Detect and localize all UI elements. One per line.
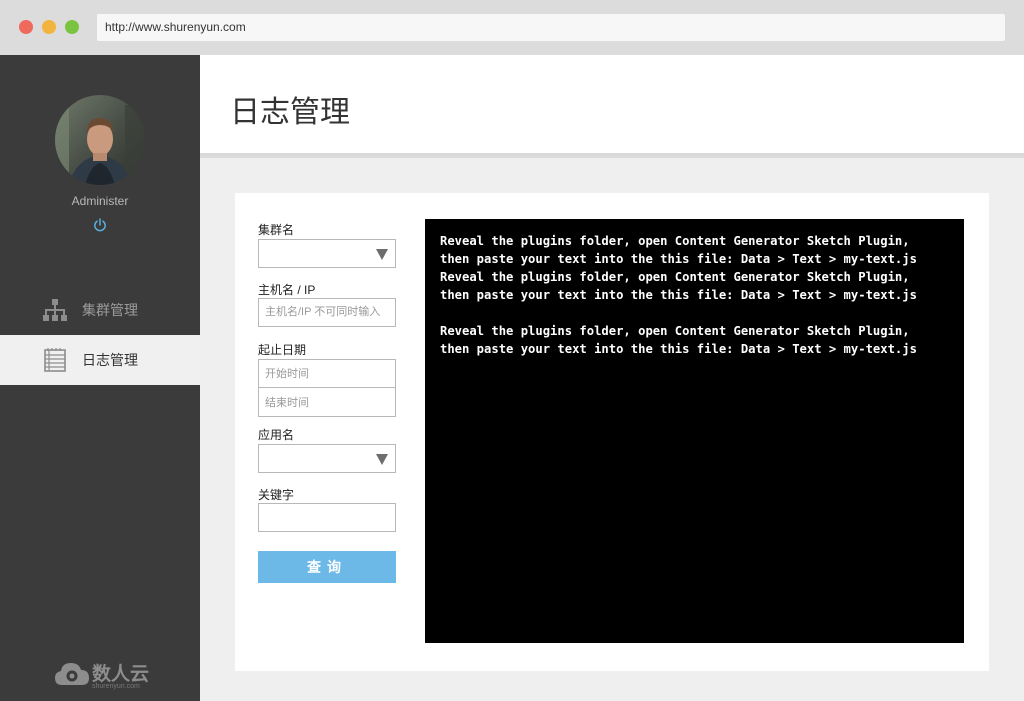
host-label: 主机名 / IP bbox=[258, 283, 316, 297]
log-line: then paste your text into the this file:… bbox=[440, 342, 917, 356]
sidebar: Administer 集群管理 日志管理 数人云 shurenyun.com bbox=[0, 55, 200, 701]
log-line: Reveal the plugins folder, open Content … bbox=[440, 324, 910, 338]
date-range-group: 开始时间 结束时间 bbox=[258, 359, 396, 417]
minimize-window-button[interactable] bbox=[42, 20, 56, 34]
log-line: Reveal the plugins folder, open Content … bbox=[440, 234, 910, 248]
list-icon bbox=[44, 348, 66, 372]
log-console[interactable]: Reveal the plugins folder, open Content … bbox=[425, 219, 964, 643]
log-line: then paste your text into the this file:… bbox=[440, 252, 917, 266]
keyword-input[interactable] bbox=[258, 503, 396, 532]
address-bar[interactable]: http://www.shurenyun.com bbox=[97, 14, 1005, 41]
sidebar-item-label: 日志管理 bbox=[82, 352, 138, 368]
end-date-input[interactable]: 结束时间 bbox=[259, 389, 395, 417]
sidebar-item-log-management[interactable]: 日志管理 bbox=[0, 335, 200, 385]
start-date-input[interactable]: 开始时间 bbox=[259, 360, 395, 388]
browser-chrome: http://www.shurenyun.com bbox=[0, 0, 1024, 55]
chevron-down-icon bbox=[376, 249, 388, 260]
sidebar-item-cluster-management[interactable]: 集群管理 bbox=[0, 285, 200, 335]
log-line: then paste your text into the this file:… bbox=[440, 288, 917, 302]
chevron-down-icon bbox=[376, 454, 388, 465]
avatar[interactable] bbox=[55, 95, 145, 185]
close-window-button[interactable] bbox=[19, 20, 33, 34]
log-line: Reveal the plugins folder, open Content … bbox=[440, 270, 910, 284]
username: Administer bbox=[71, 194, 129, 208]
brand-name: 数人云 bbox=[92, 663, 150, 685]
app-label: 应用名 bbox=[258, 428, 295, 442]
sitemap-icon bbox=[43, 299, 67, 321]
host-input[interactable]: 主机名/IP 不可同时输入 bbox=[258, 298, 396, 327]
query-button[interactable]: 查询 bbox=[258, 551, 396, 583]
maximize-window-button[interactable] bbox=[65, 20, 79, 34]
page-header: 日志管理 bbox=[200, 55, 1024, 156]
date-range-label: 起止日期 bbox=[258, 343, 307, 357]
sidebar-item-label: 集群管理 bbox=[82, 302, 138, 318]
page-title: 日志管理 bbox=[230, 96, 350, 129]
brand-logo: 数人云 shurenyun.com bbox=[54, 659, 150, 690]
app-select[interactable] bbox=[258, 444, 396, 473]
keyword-label: 关键字 bbox=[258, 488, 295, 502]
brand-domain: shurenyun.com bbox=[92, 683, 140, 690]
cluster-select[interactable] bbox=[258, 239, 396, 268]
cloud-icon bbox=[55, 663, 89, 685]
power-icon[interactable] bbox=[92, 217, 108, 233]
cluster-label: 集群名 bbox=[258, 223, 295, 237]
main-content: 集群名 主机名 / IP 主机名/IP 不可同时输入 起止日期 开始时间 结束时… bbox=[200, 158, 1024, 701]
log-panel: 集群名 主机名 / IP 主机名/IP 不可同时输入 起止日期 开始时间 结束时… bbox=[235, 193, 989, 671]
